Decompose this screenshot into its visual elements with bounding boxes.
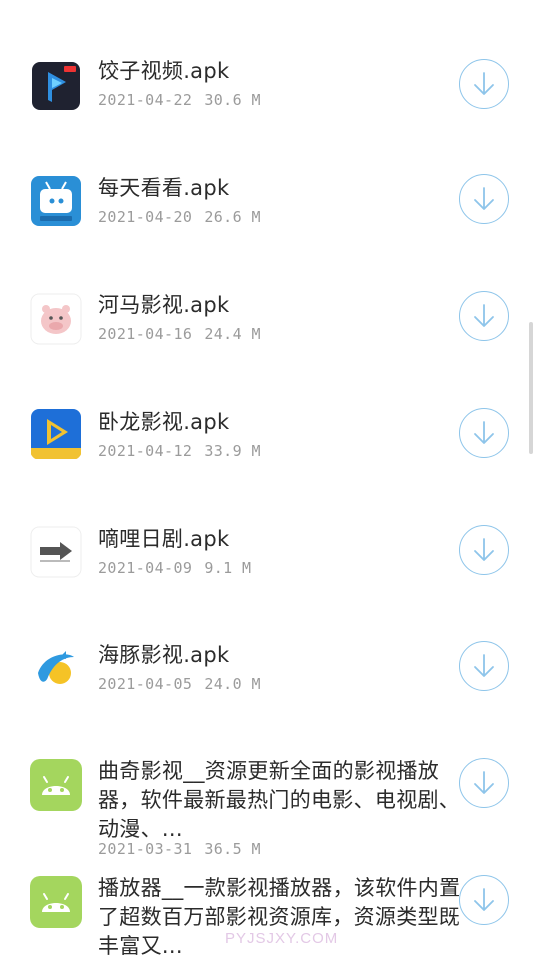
download-button[interactable] [459,174,509,224]
file-size: 24.4 M [204,325,261,343]
apk-file-list: 饺子视频.apk 2021-04-2230.6 M 每天看看.apk 2021 [0,0,540,960]
file-meta: 2021-04-12 33.9 M [98,442,261,460]
file-meta: 2021-04-09 9.1 M [98,559,251,577]
file-size: 36.5 M [204,840,261,858]
file-name: 海豚影视.apk [98,643,230,667]
file-date: 2021-04-20 [98,208,193,226]
android-app-icon [30,759,82,811]
download-arrow-icon [474,304,494,327]
android-app-icon [30,876,82,928]
download-button[interactable] [459,59,509,109]
scrollbar[interactable] [529,322,533,454]
download-button[interactable] [459,875,509,925]
download-arrow-icon [474,538,494,561]
file-name: 卧龙影视.apk [98,410,230,434]
file-name: 河马影视.apk [98,293,230,317]
file-meta: 2021-04-22 30.6 M [98,91,261,109]
file-meta: 2021-04-16 24.4 M [98,325,261,343]
download-arrow-icon [474,888,494,911]
download-arrow-icon [474,421,494,444]
download-button[interactable] [459,291,509,341]
file-meta: 2021-03-31 36.5 M [98,840,261,858]
download-arrow-icon [474,72,494,95]
file-date: 2021-04-16 [98,325,193,343]
file-size: 30.6 M [204,91,261,109]
download-arrow-icon [474,654,494,677]
file-meta: 2021-04-20 26.6 M [98,208,261,226]
file-date: 2021-04-05 [98,675,193,693]
file-size: 33.9 M [204,442,261,460]
file-size: 24.0 M [204,675,261,693]
play-app-icon [30,408,82,460]
file-name: 饺子视频.apk [98,59,230,83]
download-button[interactable] [459,408,509,458]
download-arrow-icon [474,187,494,210]
download-button[interactable] [459,525,509,575]
file-name: 每天看看.apk [98,176,230,200]
hippo-app-icon [30,293,82,345]
file-date: 2021-04-09 [98,559,193,577]
dolphin-app-icon [30,643,82,695]
file-size: 26.6 M [204,208,261,226]
watermark-text: PYJSJXY.COM [225,930,339,947]
file-meta: 2021-04-05 24.0 M [98,675,261,693]
file-name: 曲奇影视__资源更新全面的影视播放器，软件最新最热门的电影、电视剧、动漫、... [98,759,461,841]
file-date: 2021-04-22 [98,91,193,109]
download-arrow-icon [474,771,494,794]
jiaozi-video-app-icon [30,60,82,112]
file-name: 嘀哩日剧.apk [98,527,230,551]
download-button[interactable] [459,758,509,808]
file-size: 9.1 M [204,559,252,577]
file-date: 2021-03-31 [98,840,193,858]
download-button[interactable] [459,641,509,691]
file-date: 2021-04-12 [98,442,193,460]
arrow-app-icon [30,526,82,578]
tv-app-icon [30,175,82,227]
